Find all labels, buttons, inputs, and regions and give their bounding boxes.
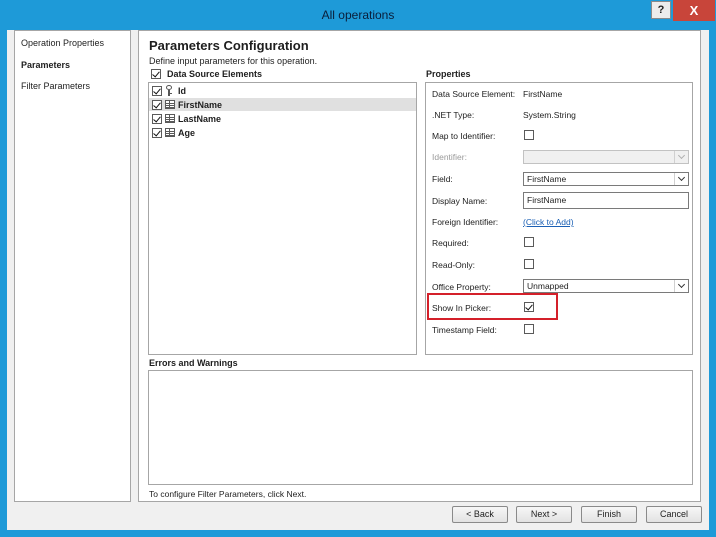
read-only-checkbox[interactable] [524, 259, 534, 269]
table-icon [165, 114, 175, 123]
identifier-label: Identifier: [432, 152, 467, 162]
office-property-value: Unmapped [527, 281, 569, 291]
properties-label: Properties [426, 69, 471, 79]
element-row-lastname[interactable]: LastName [149, 112, 416, 125]
office-property-dropdown[interactable]: Unmapped [523, 279, 689, 293]
element-checkbox-age[interactable] [152, 128, 162, 138]
errors-warnings-label: Errors and Warnings [149, 358, 238, 368]
element-checkbox-id[interactable] [152, 86, 162, 96]
table-icon [165, 128, 175, 137]
required-checkbox[interactable] [524, 237, 534, 247]
content-panel: Parameters Configuration Define input pa… [138, 30, 701, 502]
nav-item-parameters[interactable]: Parameters [21, 60, 70, 70]
element-label-lastname: LastName [178, 114, 222, 124]
office-property-label: Office Property: [432, 282, 491, 292]
foreign-identifier-label: Foreign Identifier: [432, 217, 499, 227]
data-source-elements-panel: Id FirstName LastName Age [148, 82, 417, 355]
element-label-age: Age [178, 128, 196, 138]
page-title: Parameters Configuration [149, 38, 309, 53]
chevron-down-icon [674, 173, 688, 185]
element-label-id: Id [178, 86, 186, 96]
table-icon [165, 100, 175, 109]
window-title: All operations [321, 8, 395, 22]
element-label-firstname: FirstName [178, 100, 223, 110]
display-name-label: Display Name: [432, 196, 488, 206]
display-name-input[interactable]: FirstName [523, 192, 689, 209]
field-dropdown[interactable]: FirstName [523, 172, 689, 186]
map-to-identifier-checkbox[interactable] [524, 130, 534, 140]
element-row-age[interactable]: Age [149, 126, 416, 139]
close-button[interactable]: X [673, 0, 715, 21]
nav-item-operation-properties[interactable]: Operation Properties [21, 38, 104, 48]
chevron-down-icon [674, 151, 688, 163]
element-checkbox-lastname[interactable] [152, 114, 162, 124]
data-source-element-label: Data Source Element: [432, 89, 516, 99]
footer-hint: To configure Filter Parameters, click Ne… [149, 489, 307, 499]
chevron-down-icon [674, 280, 688, 292]
timestamp-field-checkbox[interactable] [524, 324, 534, 334]
annotation-highlight-box [427, 293, 558, 320]
net-type-value: System.String [523, 110, 576, 120]
read-only-label: Read-Only: [432, 260, 475, 270]
field-dropdown-value: FirstName [527, 174, 567, 184]
element-checkbox-firstname[interactable] [152, 100, 162, 110]
data-source-element-value: FirstName [523, 89, 563, 99]
back-button[interactable]: < Back [452, 506, 508, 523]
map-to-identifier-label: Map to Identifier: [432, 131, 496, 141]
title-bar: All operations ? X [0, 0, 716, 30]
errors-warnings-panel [148, 370, 693, 485]
key-icon [166, 85, 172, 96]
element-row-id[interactable]: Id [149, 84, 416, 97]
select-all-checkbox[interactable] [151, 69, 161, 79]
next-button[interactable]: Next > [516, 506, 572, 523]
nav-item-filter-parameters[interactable]: Filter Parameters [21, 81, 90, 91]
net-type-label: .NET Type: [432, 110, 475, 120]
timestamp-field-label: Timestamp Field: [432, 325, 497, 335]
data-source-elements-label: Data Source Elements [167, 69, 263, 79]
click-to-add-link[interactable]: (Click to Add) [523, 217, 574, 227]
identifier-dropdown[interactable] [523, 150, 689, 164]
wizard-nav: Operation Properties Parameters Filter P… [14, 30, 131, 502]
finish-button[interactable]: Finish [581, 506, 637, 523]
required-label: Required: [432, 238, 469, 248]
help-button[interactable]: ? [651, 1, 671, 19]
page-subtitle: Define input parameters for this operati… [149, 56, 318, 66]
cancel-button[interactable]: Cancel [646, 506, 702, 523]
element-row-firstname[interactable]: FirstName [149, 98, 416, 111]
field-label: Field: [432, 174, 453, 184]
